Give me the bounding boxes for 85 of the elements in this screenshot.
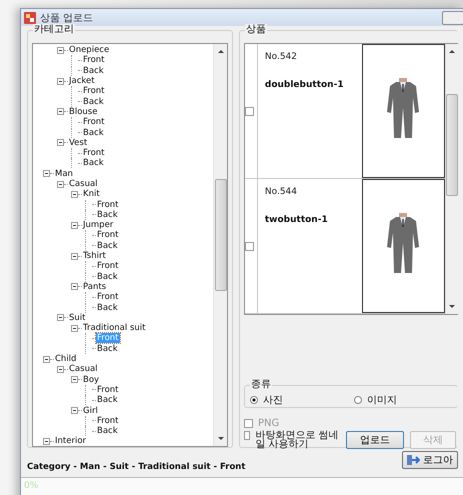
- tree-item[interactable]: Back: [96, 302, 119, 313]
- collapse-icon[interactable]: [71, 324, 78, 332]
- product-checkbox[interactable]: [245, 106, 254, 116]
- tree-item[interactable]: Back: [82, 96, 105, 107]
- progress-label: 0%: [24, 481, 38, 491]
- tree-item[interactable]: Front: [96, 261, 120, 272]
- tree-item[interactable]: Casual: [68, 364, 99, 374]
- tree-item[interactable]: Traditional suit: [82, 323, 146, 334]
- tree-item[interactable]: Back: [82, 128, 105, 138]
- tree-item[interactable]: Front: [82, 117, 106, 128]
- tree-item[interactable]: Vest: [68, 138, 88, 148]
- scroll-up-icon[interactable]: [218, 50, 224, 53]
- group-title: 상품: [245, 24, 267, 36]
- collapse-icon[interactable]: [57, 108, 64, 116]
- collapse-icon[interactable]: [71, 190, 78, 198]
- tree-item[interactable]: Interior: [54, 436, 88, 446]
- collapse-icon[interactable]: [57, 314, 64, 322]
- tree-item[interactable]: Back: [82, 66, 105, 76]
- tree-item[interactable]: Back: [96, 272, 119, 282]
- tree-item[interactable]: Back: [82, 158, 105, 168]
- group-title: 카테고리: [33, 24, 75, 36]
- wallpaper-checkbox[interactable]: 바탕화면으로 썸네일 사용하기: [244, 431, 340, 449]
- scroll-thumb[interactable]: [446, 94, 458, 196]
- upload-button[interactable]: 업로드: [346, 431, 404, 449]
- collapse-icon[interactable]: [43, 170, 50, 178]
- radio-button[interactable]: [250, 396, 258, 404]
- collapse-icon[interactable]: [71, 252, 78, 260]
- tree-item[interactable]: Girl: [82, 406, 99, 416]
- tree-item[interactable]: Front: [96, 416, 120, 426]
- tree-item[interactable]: Child: [54, 354, 78, 364]
- tree-item[interactable]: Blouse: [68, 106, 98, 117]
- radio-label[interactable]: 이미지: [367, 393, 397, 407]
- tree-item[interactable]: Front: [82, 148, 106, 158]
- collapse-icon[interactable]: [43, 438, 50, 445]
- app-icon: [24, 12, 36, 24]
- tree-item[interactable]: Knit: [82, 189, 101, 200]
- group-title: 종류: [250, 379, 272, 391]
- tree-item[interactable]: Suit: [68, 312, 86, 323]
- category-path: Category - Man - Suit - Traditional suit - Front: [27, 462, 246, 472]
- logout-button[interactable]: 로그아: [402, 451, 458, 469]
- tree-item[interactable]: Boy: [82, 374, 100, 385]
- collapse-icon[interactable]: [71, 407, 78, 414]
- tree-item[interactable]: Tshirt: [82, 251, 107, 262]
- collapse-icon[interactable]: [57, 46, 64, 54]
- product-number: No.542: [264, 52, 298, 62]
- collapse-icon[interactable]: [71, 376, 78, 384]
- tree-item[interactable]: Onepiece: [68, 45, 110, 56]
- product-name: twobutton-1: [264, 215, 329, 225]
- collapse-icon[interactable]: [57, 366, 64, 373]
- tree-item[interactable]: Casual: [68, 179, 99, 189]
- tree-item[interactable]: Jumper: [82, 220, 114, 230]
- product-name: doublebutton-1: [264, 80, 345, 90]
- scroll-up-icon[interactable]: [449, 50, 455, 53]
- window-control-button[interactable]: [442, 10, 463, 24]
- scroll-down-icon[interactable]: [218, 437, 224, 440]
- collapse-icon[interactable]: [71, 222, 78, 229]
- tree-item[interactable]: Back: [96, 344, 119, 354]
- tree-item[interactable]: Front: [96, 384, 120, 395]
- collapse-icon[interactable]: [71, 283, 78, 290]
- tree-item[interactable]: Front: [96, 200, 120, 210]
- tree-item[interactable]: Front: [96, 230, 120, 240]
- collapse-icon[interactable]: [57, 78, 64, 85]
- tree-item[interactable]: Front: [96, 292, 120, 302]
- tree-item[interactable]: Back: [96, 240, 119, 251]
- scroll-down-icon[interactable]: [449, 305, 455, 308]
- tree-item[interactable]: Front: [82, 86, 106, 96]
- window-title: 상품 업로드: [40, 12, 94, 24]
- exit-door-icon: [406, 454, 420, 466]
- radio-label[interactable]: 사진: [263, 393, 283, 407]
- collapse-icon[interactable]: [57, 180, 64, 188]
- tree-item[interactable]: Front: [82, 55, 106, 66]
- product-checkbox[interactable]: [245, 242, 254, 250]
- tree-item[interactable]: Back: [96, 395, 119, 406]
- collapse-icon[interactable]: [43, 356, 50, 363]
- scrollbar[interactable]: [445, 44, 458, 314]
- tree-item[interactable]: Man: [54, 168, 74, 179]
- tree-item[interactable]: Back: [96, 426, 119, 436]
- radio-button[interactable]: [354, 396, 362, 404]
- product-number: No.544: [264, 187, 298, 197]
- scrollbar[interactable]: [213, 44, 227, 446]
- tree-item[interactable]: Pants: [82, 282, 108, 292]
- tree-item[interactable]: Jacket: [68, 76, 96, 86]
- collapse-icon[interactable]: [57, 139, 64, 146]
- tree-item[interactable]: Back: [96, 210, 119, 220]
- scroll-thumb[interactable]: [214, 179, 226, 291]
